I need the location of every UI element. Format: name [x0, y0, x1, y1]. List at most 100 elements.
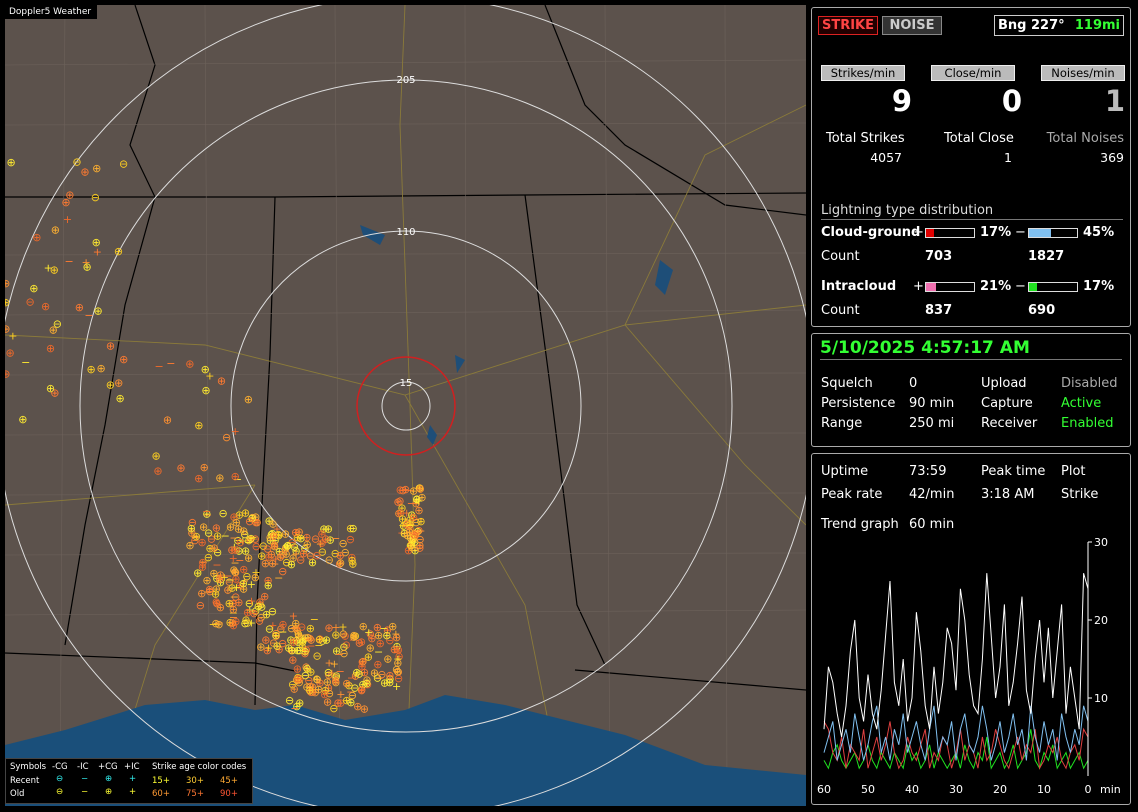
strike-mark: ⊕: [291, 617, 300, 630]
capture-value: Active: [1061, 396, 1102, 411]
x-tick-label: 10: [1037, 783, 1051, 796]
ic-minus-sign: −: [1015, 279, 1026, 294]
strike-mark: ⊕: [283, 539, 292, 552]
strike-mark: ⊕: [6, 156, 15, 169]
y-tick-label: 30: [1094, 538, 1108, 549]
strike-mark: ⊖: [312, 549, 321, 562]
strike-mark: ⊕: [82, 261, 91, 274]
x-tick-label: 30: [949, 783, 963, 796]
strike-mark: ⊖: [196, 599, 205, 612]
strike-mark: ⊕: [212, 596, 221, 609]
squelch-label: Squelch: [821, 376, 873, 391]
strike-mark: ⊖: [25, 295, 34, 308]
strike-mark: ⊕: [217, 375, 226, 388]
strike-mark: −: [274, 571, 283, 584]
neg-cg-old-icon: ⊖: [56, 787, 64, 797]
strike-mark: ⊕: [185, 358, 194, 371]
timestamp: 5/10/2025 4:57:17 AM: [820, 338, 1030, 358]
strike-mark: ⊕: [5, 347, 14, 360]
ic-positive-bar: [925, 282, 975, 292]
x-tick-label: 50: [861, 783, 875, 796]
x-axis-label: min: [1100, 783, 1121, 796]
ic-count-label: Count: [821, 303, 860, 318]
strike-mark: ⊕: [115, 392, 124, 405]
county-lines: [5, 5, 806, 806]
age-45: 45+: [220, 776, 238, 786]
cg-negative-pct: 45%: [1083, 225, 1115, 240]
strike-mark: ⊕: [293, 672, 302, 685]
trend-series-line: [823, 573, 1089, 738]
ic-positive-pct: 21%: [980, 279, 1012, 294]
strike-mark: ⊕: [312, 673, 321, 686]
cg-negative-count: 1827: [1028, 249, 1065, 264]
close-range-ring: [356, 356, 456, 456]
strike-mark: ⊕: [5, 367, 10, 380]
y-tick-label: 10: [1094, 692, 1108, 705]
settings-panel: 5/10/2025 4:57:17 AM Squelch 0 Upload Di…: [811, 333, 1131, 447]
ic-negative-pct: 17%: [1083, 279, 1115, 294]
strike-mark: ⊕: [269, 530, 278, 543]
strike-mark: ⊕: [114, 376, 123, 389]
strike-mark: ⊖: [222, 431, 231, 444]
strike-mark: ⊕: [244, 393, 253, 406]
symbol-legend: Symbols -CG -IC +CG +IC Strike age color…: [5, 758, 253, 804]
uptime-label: Uptime: [821, 464, 869, 479]
cg-plus-sign: +: [913, 225, 924, 240]
legend-age-label: Strike age color codes: [152, 762, 247, 772]
settings-divider: [820, 359, 1122, 360]
age-90: 90+: [220, 789, 238, 799]
age-75: 75+: [186, 789, 204, 799]
total-close-value: 1: [1004, 150, 1012, 165]
peak-time-label: Peak time: [981, 464, 1046, 479]
strike-mark: ⊕: [201, 363, 210, 376]
upload-value: Disabled: [1061, 376, 1118, 391]
map-canvas[interactable]: 205 110 15 ⊕+⊖⊕⊕−⊕⊕⊕⊖−⊕⊖⊕⊖ ⊕⊕⊕− ⊖⊕⊖⊕−⊕⊕⊖+⊕…: [5, 5, 806, 806]
strike-mark: ⊕: [210, 542, 219, 555]
strike-mark: −: [248, 531, 257, 544]
strike-mark: ⊕: [294, 629, 303, 642]
neg-ic-old-icon: −: [81, 787, 89, 797]
strike-button[interactable]: STRIKE: [818, 16, 878, 35]
trend-panel: Uptime 73:59 Peak time Plot Peak rate 42…: [811, 453, 1131, 805]
cg-positive-fill: [926, 229, 935, 237]
range-rings: [5, 5, 806, 806]
lightning-map[interactable]: 205 110 15 ⊕ + ⊖ ⊕ ⊕ − ⊕ ⊕ ⊕ ⊖ − ⊕ ⊖ ⊕ ⊖ ⊕ ⊕ ⊕ − ⊖ ⊕ ⊖ ⊕ − ⊕ ⊕ ⊖ + ⊕…: [5, 5, 806, 806]
strike-mark: −: [166, 357, 175, 370]
ring-label-15: 15: [400, 378, 413, 389]
strike-mark: ⊕: [96, 362, 105, 375]
legend-old-label: Old: [10, 789, 25, 799]
strike-mark: ⊕: [153, 465, 162, 478]
strike-mark: ⊖: [325, 553, 334, 566]
x-tick-label: 60: [817, 783, 831, 796]
strike-mark: −: [331, 532, 340, 545]
peak-rate-label: Peak rate: [821, 487, 883, 502]
strike-mark: ⊕: [114, 245, 123, 258]
strike-mark: ⊕: [163, 414, 172, 427]
strike-mark: ⊕: [293, 644, 302, 657]
strike-mark: ⊕: [348, 557, 357, 570]
total-strikes-value: 4057: [870, 150, 902, 165]
persistence-value: 90 min: [909, 396, 955, 411]
strike-mark: ⊕: [232, 516, 241, 529]
strike-mark: ⊕: [305, 684, 314, 697]
strike-mark: ⊕: [46, 342, 55, 355]
strike-mark: ⊕: [194, 419, 203, 432]
plot-label: Plot: [1061, 464, 1086, 479]
strike-mark: ⊕: [46, 382, 55, 395]
strike-mark: +: [247, 595, 256, 608]
strike-mark: ⊕: [176, 462, 185, 475]
strike-mark: +: [229, 552, 238, 565]
strike-mark: +: [63, 213, 72, 226]
legend-symbols-label: Symbols: [10, 762, 47, 772]
ic-positive-count: 837: [925, 303, 953, 318]
strike-mark: ⊖: [257, 600, 266, 613]
map-title: Doppler5 Weather: [5, 5, 98, 19]
legend-recent-label: Recent: [10, 776, 40, 786]
cg-negative-bar: [1028, 228, 1078, 238]
noise-button[interactable]: NOISE: [882, 16, 942, 35]
strike-mark: ⊕: [303, 538, 312, 551]
plot-value[interactable]: Strike: [1061, 487, 1098, 502]
trend-graph-value[interactable]: 60 min: [909, 517, 954, 532]
capture-label: Capture: [981, 396, 1033, 411]
total-noises-value: 369: [1100, 150, 1124, 165]
